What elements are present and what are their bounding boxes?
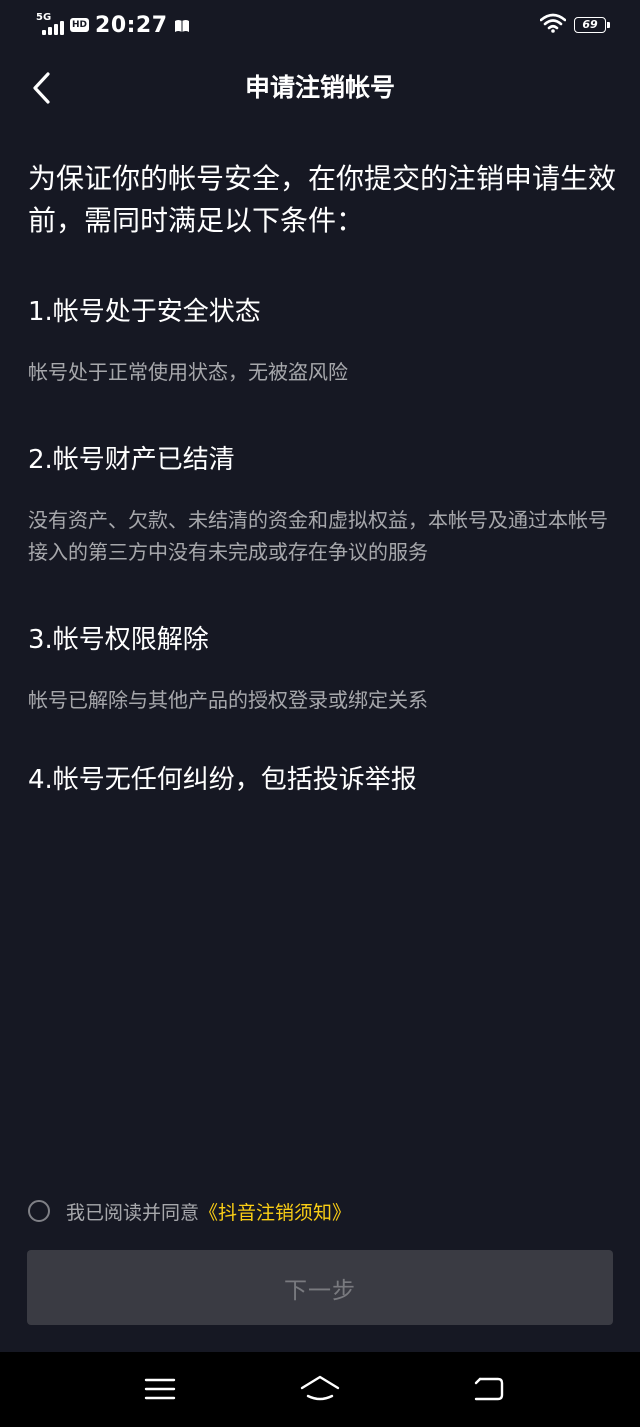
battery-icon: 69	[574, 17, 610, 33]
next-button[interactable]: 下一步	[27, 1250, 613, 1325]
return-icon	[474, 1377, 504, 1401]
back-button[interactable]	[22, 68, 62, 108]
condition-2: 2.帐号财产已结清 没有资产、欠款、未结清的资金和虚拟权益，本帐号及通过本帐号接…	[28, 442, 618, 568]
status-time: 20:27	[95, 12, 168, 38]
content: 为保证你的帐号安全，在你提交的注销申请生效前，需同时满足以下条件： 1.帐号处于…	[28, 158, 618, 798]
intro-text: 为保证你的帐号安全，在你提交的注销申请生效前，需同时满足以下条件：	[28, 162, 617, 237]
page-title: 申请注销帐号	[244, 73, 395, 102]
hd-badge: HD	[70, 18, 90, 32]
agreement-text: 我已阅读并同意	[66, 1201, 200, 1224]
condition-4: 4.帐号无任何纠纷，包括投诉举报	[28, 762, 618, 798]
condition-title: 4.帐号无任何纠纷，包括投诉举报	[28, 765, 417, 795]
back-nav-button[interactable]	[468, 1372, 508, 1406]
cellular-signal-icon: 5G	[36, 13, 66, 37]
condition-3: 3.帐号权限解除 帐号已解除与其他产品的授权登录或绑定关系	[28, 622, 618, 716]
agreement-checkbox[interactable]	[28, 1200, 50, 1222]
network-type: 5G	[36, 12, 52, 23]
home-icon	[300, 1375, 340, 1401]
home-button[interactable]	[298, 1372, 342, 1406]
system-nav-bar	[0, 1352, 640, 1427]
menu-icon	[144, 1378, 176, 1400]
menu-button[interactable]	[140, 1372, 180, 1406]
book-icon	[174, 18, 190, 32]
condition-description: 没有资产、欠款、未结清的资金和虚拟权益，本帐号及通过本帐号接入的第三方中没有未完…	[28, 508, 608, 564]
condition-1: 1.帐号处于安全状态 帐号处于正常使用状态，无被盗风险	[28, 294, 618, 388]
wifi-icon	[539, 13, 567, 37]
battery-level: 69	[582, 18, 598, 31]
condition-title: 3.帐号权限解除	[28, 625, 209, 655]
status-bar: 5G HD 20:27 69	[0, 0, 640, 50]
condition-title: 2.帐号财产已结清	[28, 445, 235, 475]
agreement-link[interactable]: 《抖音注销须知》	[199, 1198, 351, 1225]
condition-description: 帐号处于正常使用状态，无被盗风险	[28, 360, 348, 384]
navigation-bar: 申请注销帐号	[0, 50, 640, 126]
condition-description: 帐号已解除与其他产品的授权登录或绑定关系	[28, 688, 428, 712]
agreement-row[interactable]: 我已阅读并同意 《抖音注销须知》	[28, 1196, 351, 1226]
chevron-left-icon	[33, 72, 50, 104]
condition-title: 1.帐号处于安全状态	[28, 297, 261, 327]
